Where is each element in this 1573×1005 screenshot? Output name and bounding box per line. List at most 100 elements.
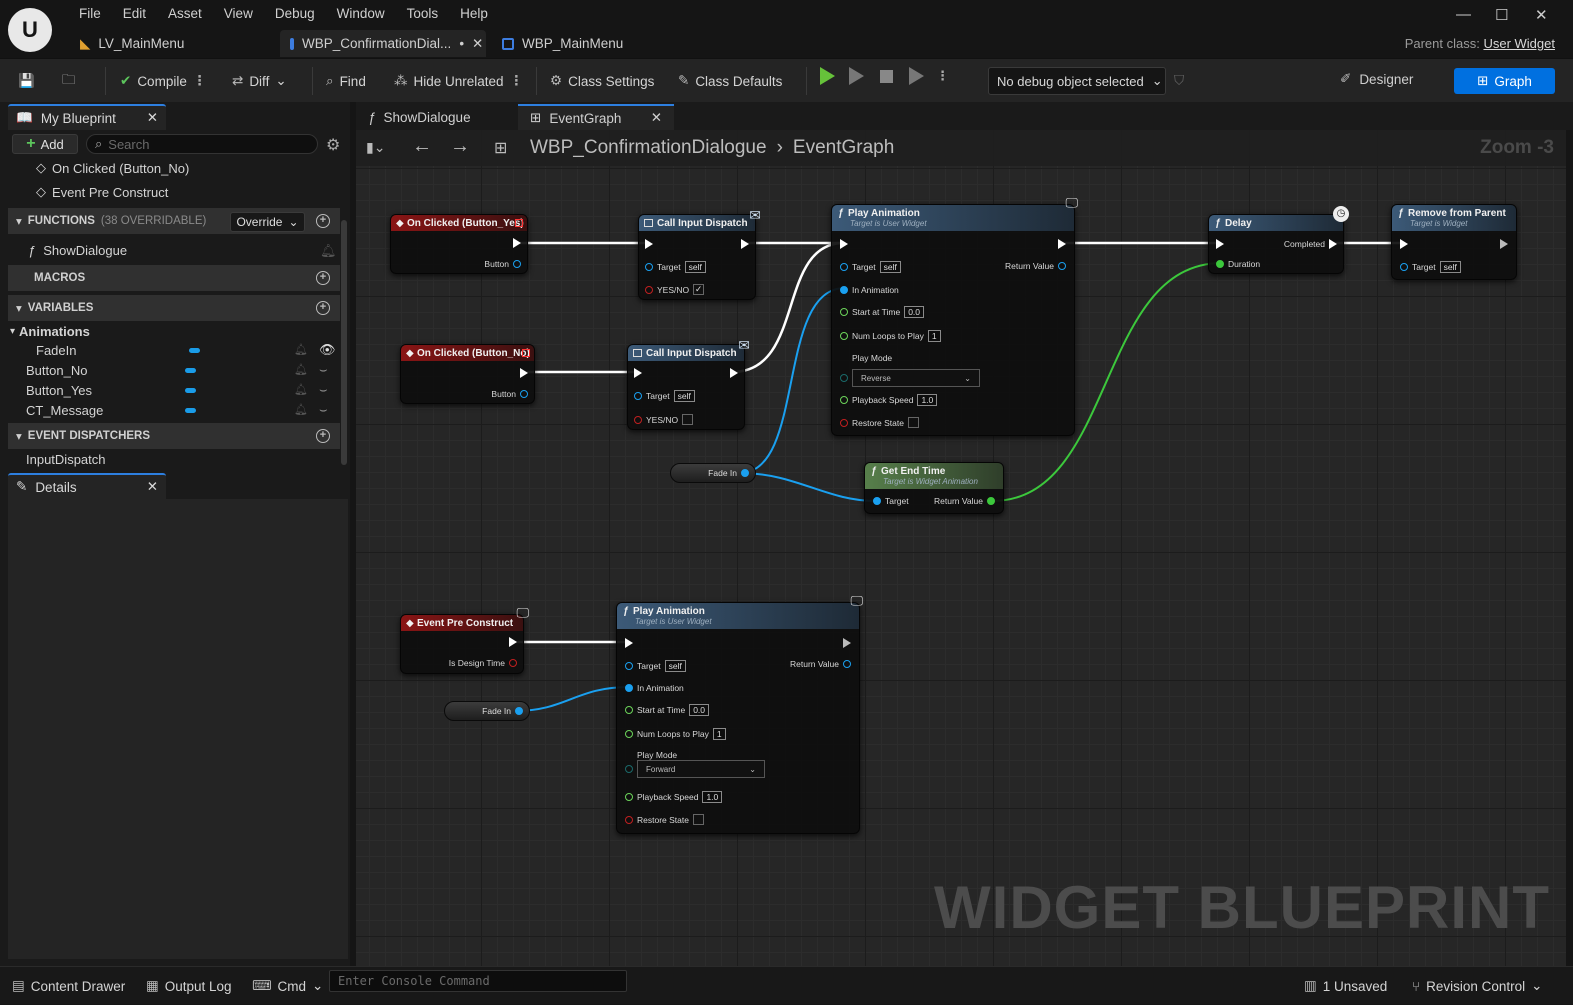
play-mode-pin[interactable]: Reverse ⌄	[840, 369, 980, 387]
variable-fadein[interactable]: FadeIn	[36, 343, 76, 358]
return-value-pin[interactable]: Return Value	[934, 496, 995, 506]
add-function-icon[interactable]: +	[316, 214, 330, 228]
exec-out-pin[interactable]	[843, 638, 851, 648]
node-get-end-time[interactable]: ƒ Get End Time Target is Widget Animatio…	[864, 462, 1004, 514]
dispatcher-inputdispatch[interactable]: InputDispatch	[26, 452, 106, 467]
animations-category[interactable]: ▾ Animations	[10, 324, 90, 339]
start-time-field[interactable]: 0.0	[689, 704, 710, 716]
designer-button[interactable]: ✐ Designer	[1340, 71, 1413, 87]
play-mode-select[interactable]: Reverse ⌄	[852, 369, 980, 387]
parent-class-link[interactable]: User Widget	[1483, 36, 1555, 51]
node-on-clicked-yes[interactable]: ◆ On Clicked (Button_Yes) Button	[390, 214, 528, 274]
yesno-pin[interactable]: YES/NO	[634, 414, 694, 425]
macros-section[interactable]: MACROS +	[8, 265, 340, 291]
variable-ct-message[interactable]: CT_Message	[26, 403, 103, 418]
restore-state-checkbox[interactable]	[907, 417, 919, 428]
exec-in-pin[interactable]	[645, 239, 653, 249]
tab-eventgraph[interactable]: ⊞ EventGraph ✕	[518, 104, 674, 130]
target-pin[interactable]: Target	[873, 496, 909, 506]
button-out-pin[interactable]: Button	[491, 389, 528, 399]
tab-lv-mainmenu[interactable]: ◣ LV_MainMenu	[70, 30, 194, 57]
override-dropdown[interactable]: Override ⌄	[230, 212, 305, 232]
playback-speed-field[interactable]: 1.0	[702, 791, 723, 803]
start-time-field[interactable]: 0.0	[904, 306, 925, 318]
menu-help[interactable]: Help	[449, 6, 499, 21]
hide-unrelated-button[interactable]: ⁂ Hide Unrelated ⋮	[394, 59, 523, 103]
eye-icon[interactable]: 👁	[319, 342, 336, 358]
content-drawer-button[interactable]: ▤ Content Drawer	[12, 967, 125, 1005]
node-event-pre-construct[interactable]: ◆ Event Pre Construct 🖵 Is Design Time	[400, 605, 529, 674]
revision-control-button[interactable]: ⑂ Revision Control ⌄	[1412, 967, 1542, 1005]
add-variable-icon[interactable]: +	[316, 301, 330, 315]
restore-state-pin[interactable]: Restore State	[625, 814, 704, 825]
bell-icon[interactable]: 🔔︎	[320, 243, 337, 259]
exec-out-pin[interactable]	[741, 239, 749, 249]
compile-button[interactable]: ✔ Compile ⋮	[120, 59, 206, 103]
node-call-input-dispatch-2[interactable]: Call Input Dispatch ✉ Target self YES/NO	[627, 337, 750, 430]
yesno-pin[interactable]: YES/NO ✓	[645, 284, 705, 295]
exec-out-pin[interactable]	[730, 368, 738, 378]
graph-button[interactable]: ⊞ Graph	[1454, 68, 1555, 94]
stop-icon[interactable]	[880, 69, 893, 83]
target-pin[interactable]: Target self	[1400, 261, 1461, 273]
save-button[interactable]: 💾	[18, 59, 35, 103]
debug-object-select[interactable]: No debug object selected ⌄	[988, 67, 1166, 95]
menu-file[interactable]: File	[68, 6, 112, 21]
scrollbar[interactable]	[341, 220, 347, 465]
menu-tools[interactable]: Tools	[396, 6, 450, 21]
yesno-checkbox[interactable]: ✓	[693, 284, 705, 295]
tab-showdialogue[interactable]: ƒ ShowDialogue	[356, 104, 483, 130]
exec-out-pin[interactable]	[520, 368, 528, 378]
in-animation-pin[interactable]: In Animation	[625, 683, 684, 693]
completed-pin[interactable]: Completed	[1284, 239, 1337, 249]
menu-asset[interactable]: Asset	[157, 6, 213, 21]
delegate-pin-icon[interactable]	[515, 219, 523, 227]
close-tab-icon[interactable]: ✕	[651, 110, 662, 126]
bell-icon[interactable]: 🔔︎	[294, 383, 308, 396]
output-log-button[interactable]: ▦ Output Log	[146, 967, 232, 1005]
node-call-input-dispatch-1[interactable]: Call Input Dispatch ✉ Target self YES/NO…	[638, 207, 761, 300]
exec-out-pin[interactable]	[1058, 239, 1066, 249]
play-mode-select[interactable]: Forward ⌄	[637, 760, 765, 778]
eye-closed-icon[interactable]: ⌣	[319, 362, 328, 378]
menu-view[interactable]: View	[213, 6, 264, 21]
my-blueprint-tab[interactable]: 📖 My Blueprint ✕	[8, 104, 166, 130]
self-field[interactable]: self	[673, 390, 695, 402]
event-dispatchers-section[interactable]: ▾ EVENT DISPATCHERS +	[8, 423, 340, 449]
bell-icon[interactable]: 🔔︎	[294, 403, 308, 416]
restore-state-pin[interactable]: Restore State	[840, 417, 919, 428]
minimize-icon[interactable]: —	[1456, 6, 1471, 23]
cmd-dropdown[interactable]: ⌨ Cmd ⌄	[252, 967, 323, 1005]
num-loops-field[interactable]: 1	[927, 330, 941, 342]
restore-state-checkbox[interactable]	[692, 814, 704, 825]
menu-window[interactable]: Window	[326, 6, 396, 21]
delegate-pin-icon[interactable]	[522, 349, 530, 357]
menu-debug[interactable]: Debug	[264, 6, 326, 21]
playback-speed-pin[interactable]: Playback Speed 1.0	[840, 394, 938, 406]
exec-out-pin[interactable]	[1500, 239, 1508, 249]
add-button[interactable]: + Add	[12, 134, 78, 154]
console-input[interactable]: Enter Console Command	[329, 970, 627, 992]
settings-gear-icon[interactable]: ⚙	[326, 135, 340, 155]
target-pin[interactable]: Target self	[634, 390, 695, 402]
class-settings-button[interactable]: ⚙ Class Settings	[550, 59, 654, 103]
function-item-showdialogue[interactable]: ƒ ShowDialogue	[28, 243, 127, 258]
exec-in-pin[interactable]	[840, 239, 848, 249]
start-time-pin[interactable]: Start at Time 0.0	[840, 306, 925, 318]
exec-in-pin[interactable]	[1216, 239, 1224, 249]
start-time-pin[interactable]: Start at Time 0.0	[625, 704, 710, 716]
step-icon[interactable]	[849, 67, 864, 85]
duration-pin[interactable]: Duration	[1216, 259, 1260, 269]
variables-section[interactable]: ▾ VARIABLES +	[8, 295, 340, 321]
add-macro-icon[interactable]: +	[316, 271, 330, 285]
target-pin[interactable]: Target self	[645, 261, 706, 273]
self-field[interactable]: self	[664, 660, 686, 672]
self-field[interactable]: self	[879, 261, 901, 273]
node-play-animation-2[interactable]: ƒ Play Animation Target is User Widget 🖵…	[616, 593, 863, 834]
eye-closed-icon[interactable]: ⌣	[319, 402, 328, 418]
num-loops-pin[interactable]: Num Loops to Play 1	[625, 728, 726, 740]
menu-edit[interactable]: Edit	[112, 6, 157, 21]
target-pin[interactable]: Target self	[840, 261, 901, 273]
return-value-pin[interactable]: Return Value	[1005, 261, 1066, 271]
bell-icon[interactable]: 🔔︎	[294, 343, 308, 356]
